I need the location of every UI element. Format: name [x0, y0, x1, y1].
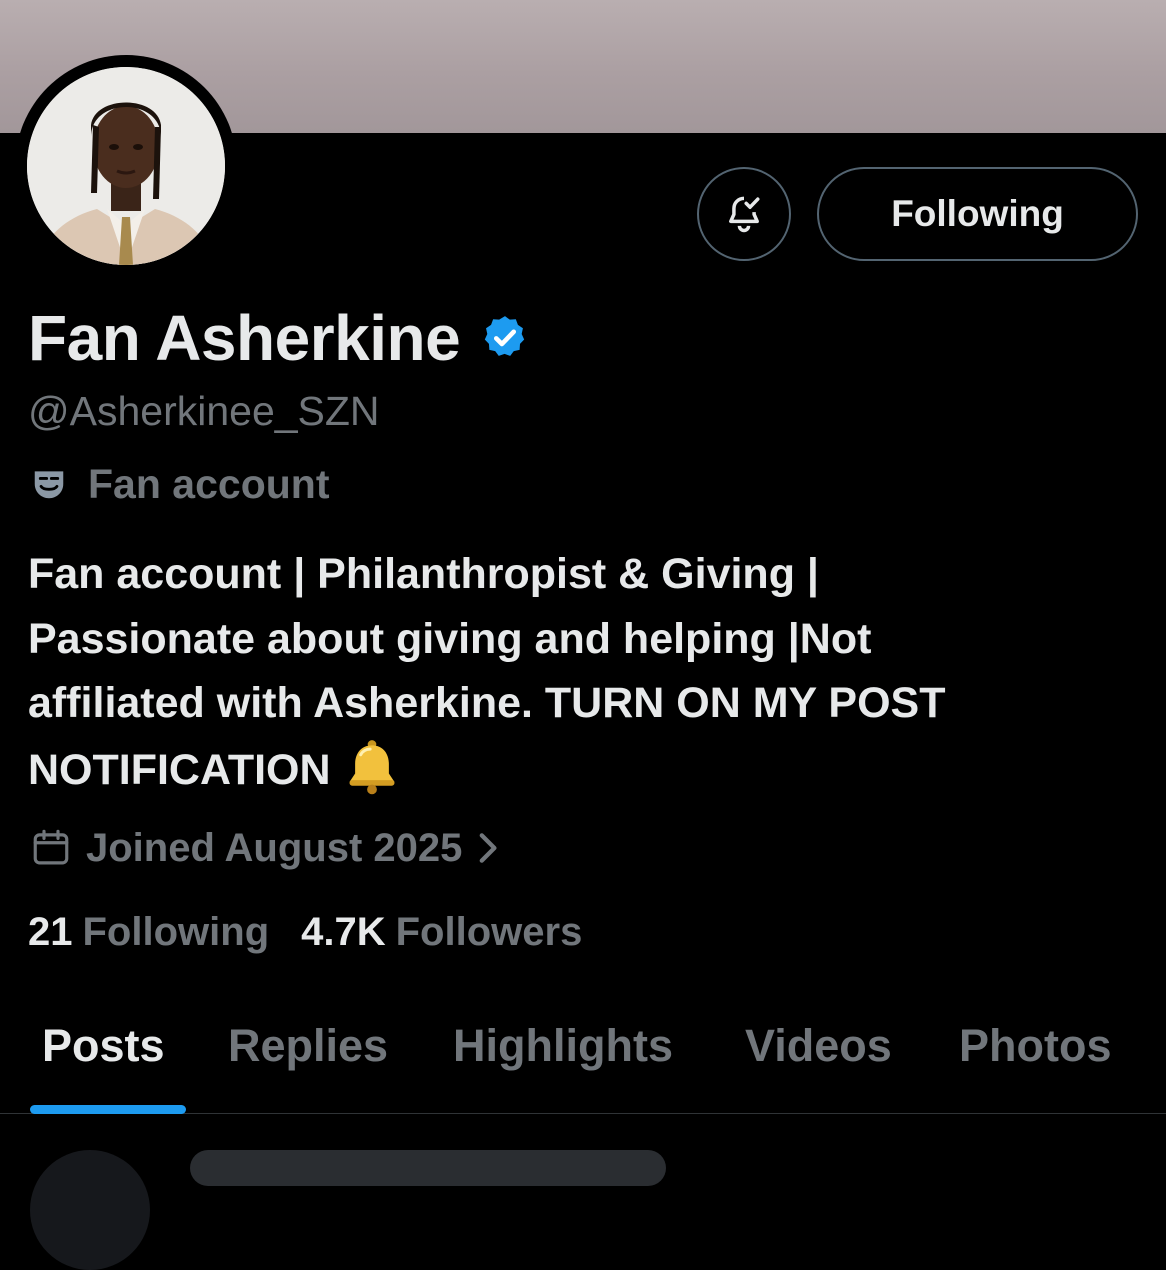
account-label-text: Fan account: [88, 460, 330, 507]
bell-emoji-icon: [349, 739, 395, 794]
account-label: Fan account: [30, 458, 329, 510]
display-name: Fan Asherkine: [28, 302, 461, 374]
following-button[interactable]: Following: [817, 167, 1138, 261]
profile-bio: Fan account | Philanthropist & Giving | …: [28, 542, 1138, 802]
joined-date-row[interactable]: Joined August 2025: [30, 822, 502, 874]
tab-photos[interactable]: Photos: [959, 1020, 1112, 1072]
joined-date: Joined August 2025: [86, 825, 463, 870]
following-stat[interactable]: 21 Following: [28, 910, 269, 955]
avatar-image: [27, 67, 225, 265]
bio-line: Fan account | Philanthropist & Giving |: [28, 550, 819, 598]
following-label: Following: [82, 910, 270, 954]
profile-avatar[interactable]: [15, 55, 237, 277]
theater-mask-icon: [34, 471, 64, 499]
bell-check-icon: [729, 196, 760, 233]
tab-videos[interactable]: Videos: [745, 1020, 892, 1072]
calendar-icon: [33, 829, 69, 865]
follow-stats: 21 Following 4.7K Followers: [28, 910, 582, 955]
verified-badge-icon[interactable]: [480, 313, 530, 363]
profile-handle: @Asherkinee_SZN: [28, 388, 380, 434]
notifications-bell-button[interactable]: [697, 167, 791, 261]
profile-name-row: Fan Asherkine: [28, 300, 530, 376]
loading-text-placeholder: [190, 1150, 666, 1186]
tab-replies[interactable]: Replies: [228, 1020, 388, 1072]
bio-line: Passionate about giving and helping |Not: [28, 614, 872, 663]
bio-line-text: NOTIFICATION: [28, 745, 331, 794]
bio-line-last: NOTIFICATION: [28, 736, 1138, 803]
following-count: 21: [28, 910, 73, 954]
followers-count: 4.7K: [301, 910, 386, 954]
loading-avatar-placeholder: [30, 1150, 150, 1270]
tab-posts[interactable]: Posts: [42, 1020, 165, 1072]
chevron-right-icon: [480, 833, 497, 863]
followers-label: Followers: [395, 910, 583, 954]
tab-highlights[interactable]: Highlights: [453, 1020, 673, 1072]
bio-line: affiliated with Asherkine. TURN ON MY PO…: [28, 679, 946, 727]
active-tab-indicator: [30, 1105, 186, 1114]
profile-tabs: Posts Replies Highlights Videos Photos: [0, 1000, 1166, 1114]
followers-stat[interactable]: 4.7K Followers: [301, 910, 582, 955]
